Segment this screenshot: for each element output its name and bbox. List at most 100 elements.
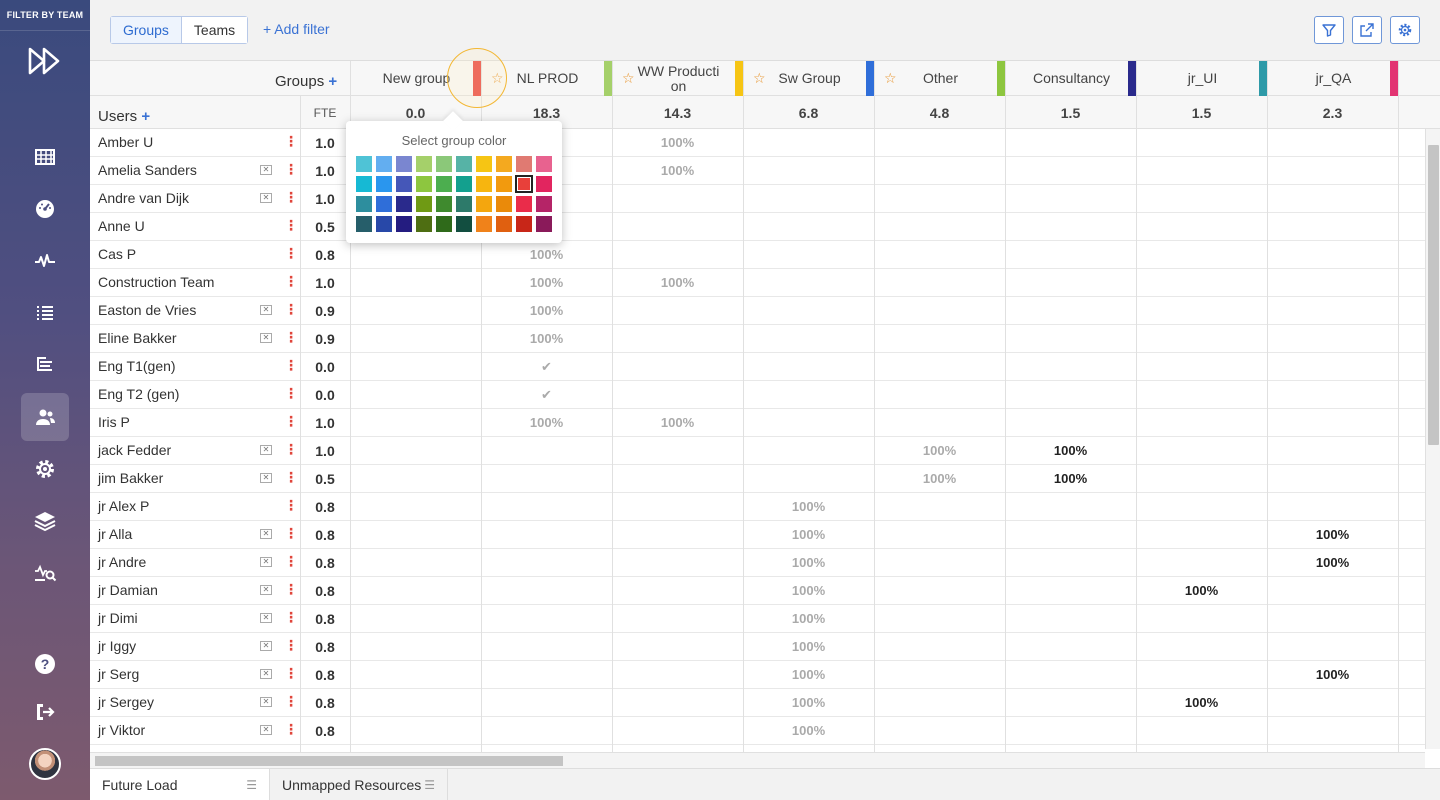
activity-icon[interactable] bbox=[21, 237, 69, 285]
color-swatch[interactable] bbox=[376, 216, 392, 232]
add-filter-link[interactable]: + Add filter bbox=[263, 21, 330, 37]
remove-icon[interactable]: ✕ bbox=[260, 613, 272, 623]
list-icon[interactable] bbox=[21, 289, 69, 337]
grid-icon[interactable] bbox=[21, 133, 69, 181]
allocation-cell[interactable]: 100% bbox=[612, 415, 743, 430]
color-swatch[interactable] bbox=[376, 196, 392, 212]
color-swatch[interactable] bbox=[456, 196, 472, 212]
allocation-cell[interactable]: 100% bbox=[743, 723, 874, 738]
avatar[interactable] bbox=[29, 748, 61, 780]
group-header[interactable]: ☆ WW Producti on bbox=[612, 61, 743, 96]
remove-icon[interactable]: ✕ bbox=[260, 305, 272, 315]
color-swatch[interactable] bbox=[456, 216, 472, 232]
color-swatch[interactable] bbox=[396, 216, 412, 232]
user-name[interactable]: Iris P bbox=[98, 414, 130, 430]
user-name[interactable]: jr Dimi bbox=[98, 610, 138, 626]
user-name[interactable]: Eng T1(gen) bbox=[98, 358, 176, 374]
export-button[interactable] bbox=[1352, 16, 1382, 44]
row-menu-icon[interactable]: ⋮ bbox=[284, 134, 298, 148]
allocation-cell[interactable]: 100% bbox=[481, 247, 612, 262]
help-icon[interactable]: ? bbox=[21, 640, 69, 688]
allocation-cell[interactable]: 100% bbox=[1267, 667, 1398, 682]
color-swatch[interactable] bbox=[516, 196, 532, 212]
group-header[interactable]: jr_UI bbox=[1136, 61, 1267, 96]
user-name[interactable]: Anne U bbox=[98, 218, 145, 234]
filter-button[interactable] bbox=[1314, 16, 1344, 44]
group-color-bar[interactable] bbox=[1128, 61, 1136, 96]
row-menu-icon[interactable]: ⋮ bbox=[284, 358, 298, 372]
color-swatch[interactable] bbox=[416, 176, 432, 192]
row-menu-icon[interactable]: ⋮ bbox=[284, 526, 298, 540]
row-menu-icon[interactable]: ⋮ bbox=[284, 414, 298, 428]
logo-icon[interactable] bbox=[27, 45, 63, 77]
color-swatch[interactable] bbox=[515, 175, 533, 193]
remove-icon[interactable]: ✕ bbox=[260, 165, 272, 175]
settings-icon[interactable] bbox=[21, 445, 69, 493]
color-swatch[interactable] bbox=[356, 216, 372, 232]
tab-groups[interactable]: Groups bbox=[111, 17, 182, 43]
user-name[interactable]: Eng T2 (gen) bbox=[98, 386, 179, 402]
user-name[interactable]: Amber U bbox=[98, 134, 153, 150]
allocation-cell[interactable]: 100% bbox=[743, 611, 874, 626]
user-name[interactable]: jr Andre bbox=[98, 554, 146, 570]
user-name[interactable]: jr Sergey bbox=[98, 694, 154, 710]
color-swatch[interactable] bbox=[536, 196, 552, 212]
group-header[interactable]: Consultancy bbox=[1005, 61, 1136, 96]
group-color-bar[interactable] bbox=[735, 61, 743, 96]
color-swatch[interactable] bbox=[436, 196, 452, 212]
favorite-star-icon[interactable]: ☆ bbox=[753, 71, 766, 86]
user-name[interactable]: Eline Bakker bbox=[98, 330, 177, 346]
user-name[interactable]: Easton de Vries bbox=[98, 302, 196, 318]
color-swatch[interactable] bbox=[356, 196, 372, 212]
remove-icon[interactable]: ✕ bbox=[260, 557, 272, 567]
allocation-cell[interactable]: 100% bbox=[743, 583, 874, 598]
allocation-cell[interactable]: 100% bbox=[1136, 695, 1267, 710]
filter-by-team-label[interactable]: FILTER BY TEAM bbox=[0, 0, 90, 31]
row-menu-icon[interactable]: ⋮ bbox=[284, 162, 298, 176]
allocation-cell[interactable]: ✔ bbox=[481, 359, 612, 375]
remove-icon[interactable]: ✕ bbox=[260, 529, 272, 539]
allocation-cell[interactable]: 100% bbox=[612, 163, 743, 178]
allocation-cell[interactable]: 100% bbox=[743, 695, 874, 710]
row-menu-icon[interactable]: ⋮ bbox=[284, 218, 298, 232]
vertical-scrollbar[interactable] bbox=[1425, 129, 1440, 749]
analytics-search-icon[interactable] bbox=[21, 549, 69, 597]
group-color-bar[interactable] bbox=[1259, 61, 1267, 96]
allocation-cell[interactable]: 100% bbox=[1136, 583, 1267, 598]
color-swatch[interactable] bbox=[496, 216, 512, 232]
allocation-cell[interactable]: 100% bbox=[612, 275, 743, 290]
remove-icon[interactable]: ✕ bbox=[260, 193, 272, 203]
row-menu-icon[interactable]: ⋮ bbox=[284, 694, 298, 708]
group-header[interactable]: New group bbox=[350, 61, 481, 96]
color-swatch[interactable] bbox=[436, 176, 452, 192]
row-menu-icon[interactable]: ⋮ bbox=[284, 386, 298, 400]
group-header[interactable]: ☆ NL PROD bbox=[481, 61, 612, 96]
allocation-cell[interactable]: 100% bbox=[481, 303, 612, 318]
color-swatch[interactable] bbox=[376, 176, 392, 192]
users-icon[interactable] bbox=[21, 393, 69, 441]
user-name[interactable]: jr Alla bbox=[98, 526, 132, 542]
row-menu-icon[interactable]: ⋮ bbox=[284, 610, 298, 624]
allocation-cell[interactable]: 100% bbox=[481, 275, 612, 290]
row-menu-icon[interactable]: ⋮ bbox=[284, 498, 298, 512]
color-swatch[interactable] bbox=[536, 156, 552, 172]
row-menu-icon[interactable]: ⋮ bbox=[284, 722, 298, 736]
color-swatch[interactable] bbox=[476, 216, 492, 232]
logout-icon[interactable] bbox=[21, 688, 69, 736]
tab-teams[interactable]: Teams bbox=[181, 17, 248, 43]
color-swatch[interactable] bbox=[356, 156, 372, 172]
color-swatch[interactable] bbox=[536, 216, 552, 232]
user-name[interactable]: jr Iggy bbox=[98, 638, 136, 654]
row-menu-icon[interactable]: ⋮ bbox=[284, 442, 298, 456]
allocation-cell[interactable]: 100% bbox=[1005, 443, 1136, 458]
remove-icon[interactable]: ✕ bbox=[260, 725, 272, 735]
remove-icon[interactable]: ✕ bbox=[260, 669, 272, 679]
favorite-star-icon[interactable]: ☆ bbox=[884, 71, 897, 86]
settings-button[interactable] bbox=[1390, 16, 1420, 44]
group-color-bar[interactable] bbox=[604, 61, 612, 96]
user-name[interactable]: jack Fedder bbox=[98, 442, 171, 458]
user-name[interactable]: jr Serg bbox=[98, 666, 139, 682]
color-swatch[interactable] bbox=[536, 176, 552, 192]
color-swatch[interactable] bbox=[516, 216, 532, 232]
tab-menu-icon[interactable]: ☰ bbox=[424, 778, 435, 792]
